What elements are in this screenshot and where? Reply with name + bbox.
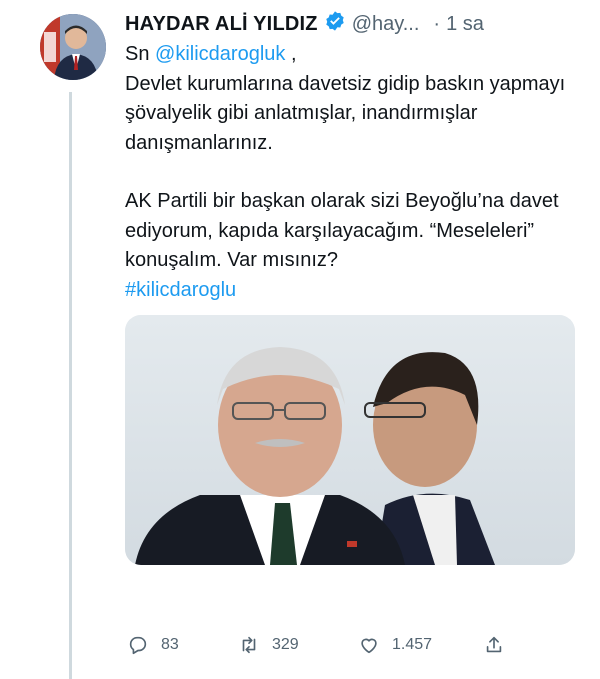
author-name[interactable]: HAYDAR ALİ YILDIZ [125,13,318,36]
tweet-salutation: Sn @kilicdarogluk , [125,40,585,70]
reply-button[interactable]: 83 [127,634,179,656]
like-count: 1.457 [392,636,433,653]
tweet-text: Sn @kilicdarogluk , Devlet kurumlarına d… [125,40,585,305]
salutation-prefix: Sn [125,43,156,65]
retweet-count: 329 [272,636,299,653]
like-button[interactable]: 1.457 [358,634,432,656]
tweet-header: HAYDAR ALİ YILDIZ @hay... · 1 sa [125,10,585,38]
tweet-timestamp[interactable]: 1 sa [446,13,484,36]
tweet-paragraph-2: AK Partili bir başkan olarak sizi Beyoğl… [125,190,559,271]
heart-icon [361,638,377,654]
author-handle[interactable]: @hay... [352,13,420,36]
avatar-column [40,14,110,80]
tweet-media-image[interactable] [125,315,575,565]
retweet-icon [242,636,256,654]
thread-line [69,92,72,679]
avatar[interactable] [40,14,106,80]
share-icon [486,636,502,653]
avatar-photo [40,14,106,80]
retweet-button[interactable]: 329 [238,634,299,656]
reply-icon [129,636,147,655]
reply-count: 83 [161,636,179,653]
tweet[interactable]: HAYDAR ALİ YILDIZ @hay... · 1 sa Sn @kil… [0,0,600,679]
salutation-suffix: , [285,43,297,65]
verified-badge-icon [318,10,346,38]
share-button[interactable] [483,634,505,656]
tweet-actions: 83 329 1.457 [125,630,585,660]
separator-dot: · [433,12,441,35]
media-photo [125,315,575,565]
hashtag-link[interactable]: #kilicdaroglu [125,276,585,306]
tweet-content: HAYDAR ALİ YILDIZ @hay... · 1 sa Sn @kil… [125,10,585,565]
mention-link[interactable]: @kilicdarogluk [155,43,285,65]
tweet-paragraph-1: Devlet kurumlarına davetsiz gidip baskın… [125,72,566,154]
